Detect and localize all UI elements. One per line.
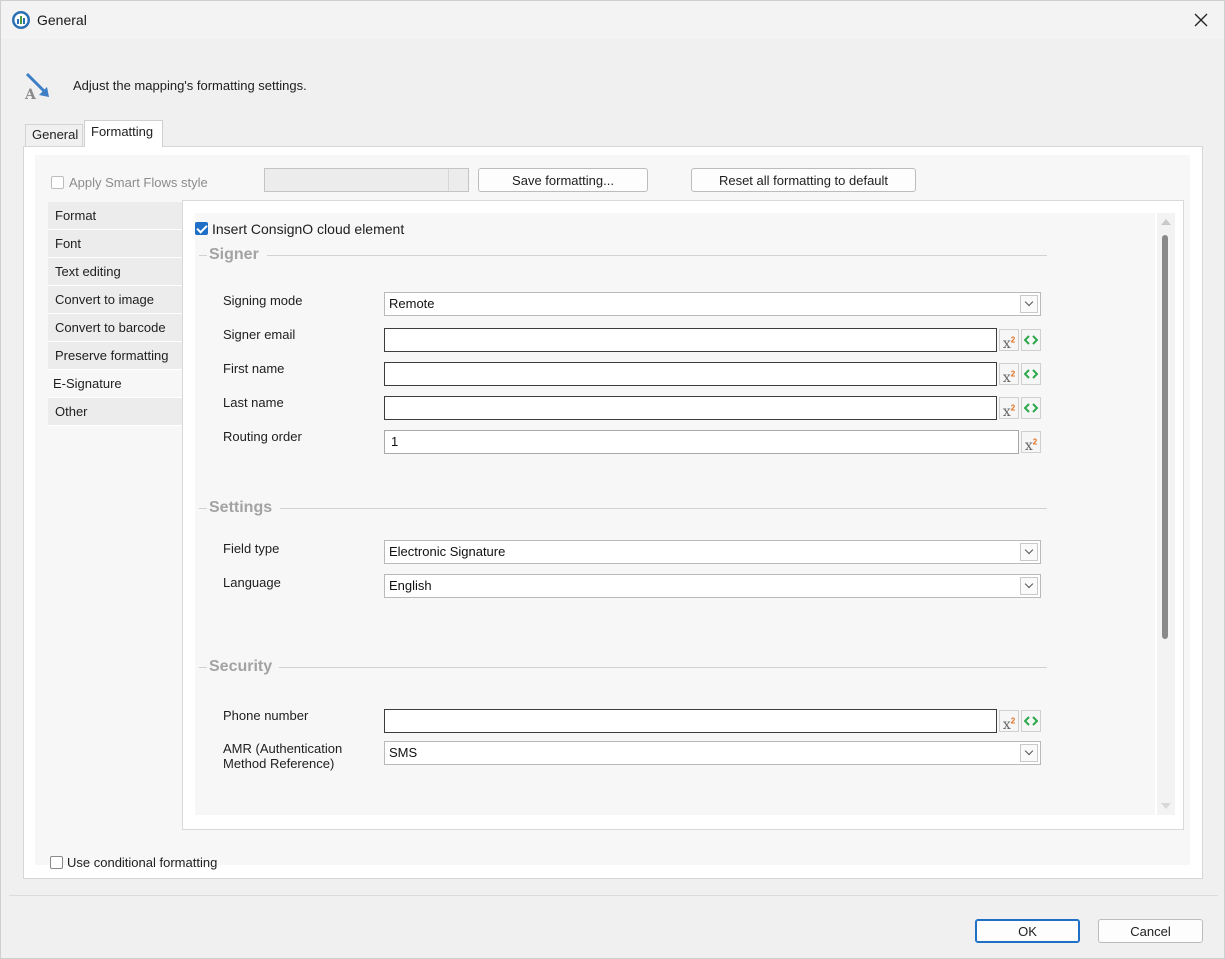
superscript-variable-icon: x2 (1002, 716, 1016, 733)
insert-consigno-row: Insert ConsignO cloud element (195, 220, 404, 237)
apply-smart-flows-row: Apply Smart Flows style (51, 174, 208, 190)
formatting-tab-panel: Apply Smart Flows style Save formatting.… (23, 146, 1203, 879)
insert-variable-button[interactable]: x2 (999, 329, 1019, 352)
phone-number-label: Phone number (223, 708, 309, 723)
insert-variable-button[interactable]: x2 (999, 710, 1019, 733)
smart-flows-style-select[interactable] (264, 168, 469, 192)
insert-consigno-label: Insert ConsignO cloud element (212, 220, 405, 237)
insert-variable-button[interactable]: x2 (1021, 431, 1041, 454)
nav-item-convert-to-barcode[interactable]: Convert to barcode (48, 314, 183, 342)
insert-consigno-checkbox[interactable] (195, 222, 208, 236)
header-description: Adjust the mapping's formatting settings… (73, 78, 307, 93)
side-nav: Format Font Text editing Convert to imag… (48, 202, 183, 426)
conditional-formatting-label: Use conditional formatting (67, 855, 218, 871)
superscript-variable-icon: x2 (1024, 437, 1038, 454)
nav-item-e-signature[interactable]: E-Signature (48, 370, 183, 398)
superscript-variable-icon: x2 (1002, 403, 1016, 420)
insert-code-button[interactable] (1021, 329, 1041, 351)
code-brackets-icon (1024, 335, 1038, 345)
scrollbar-thumb[interactable] (1162, 235, 1168, 639)
nav-item-font[interactable]: Font (48, 230, 183, 258)
superscript-variable-icon: x2 (1002, 369, 1016, 386)
e-signature-content: Insert ConsignO cloud element Signer Sig… (182, 200, 1184, 830)
section-divider (280, 508, 1047, 509)
first-name-input[interactable] (384, 362, 997, 386)
vertical-scrollbar[interactable] (1157, 213, 1175, 815)
chevron-down-icon (1020, 744, 1038, 762)
window-title: General (37, 12, 87, 28)
tab-general[interactable]: General (25, 124, 83, 146)
code-brackets-icon (1024, 403, 1038, 413)
chevron-down-icon (1020, 577, 1038, 595)
section-divider (267, 255, 1047, 256)
amr-value: SMS (389, 745, 418, 760)
amr-label-line1: AMR (Authentication (223, 741, 343, 756)
conditional-formatting-row: Use conditional formatting (50, 854, 217, 870)
field-type-value: Electronic Signature (389, 544, 506, 559)
section-title-security: Security (209, 658, 273, 675)
section-title-signer: Signer (209, 246, 259, 263)
language-label: Language (223, 575, 281, 590)
dialog-window: General A Adjust the mapping's formattin… (0, 0, 1225, 959)
amr-label: AMR (Authentication Method Reference) (223, 741, 342, 771)
section-divider (199, 508, 207, 509)
signing-mode-value: Remote (389, 296, 435, 311)
formatting-icon: A (24, 72, 49, 101)
section-divider (199, 255, 207, 256)
app-logo-icon (12, 11, 30, 29)
footer-divider (9, 895, 1218, 896)
signing-mode-select[interactable]: Remote (384, 292, 1041, 316)
first-name-label: First name (223, 361, 285, 376)
routing-order-input[interactable]: 1 (384, 430, 1019, 454)
nav-item-preserve-formatting[interactable]: Preserve formatting (48, 342, 183, 370)
last-name-input[interactable] (384, 396, 997, 420)
insert-variable-button[interactable]: x2 (999, 397, 1019, 420)
insert-variable-button[interactable]: x2 (999, 363, 1019, 386)
chevron-down-icon (1020, 543, 1038, 561)
phone-number-input[interactable] (384, 709, 997, 733)
language-value: English (389, 578, 432, 593)
formatting-panel: Apply Smart Flows style Save formatting.… (35, 155, 1190, 870)
scroll-down-arrow-icon[interactable] (1161, 803, 1171, 809)
close-button[interactable] (1178, 1, 1224, 39)
amr-select[interactable]: SMS (384, 741, 1041, 765)
nav-item-convert-to-image[interactable]: Convert to image (48, 286, 183, 314)
insert-code-button[interactable] (1021, 710, 1041, 732)
chevron-down-icon (448, 169, 468, 191)
close-icon (1194, 13, 1208, 27)
save-formatting-button[interactable]: Save formatting... (478, 168, 648, 192)
language-select[interactable]: English (384, 574, 1041, 598)
section-divider (199, 667, 207, 668)
apply-smart-flows-label: Apply Smart Flows style (69, 175, 208, 191)
field-type-select[interactable]: Electronic Signature (384, 540, 1041, 564)
scroll-up-arrow-icon[interactable] (1161, 219, 1171, 225)
amr-label-line2: Method Reference) (223, 756, 335, 771)
cancel-button[interactable]: Cancel (1098, 919, 1203, 943)
last-name-label: Last name (223, 395, 284, 410)
chevron-down-icon (1020, 295, 1038, 313)
e-signature-scroll-area: Insert ConsignO cloud element Signer Sig… (195, 213, 1155, 815)
signing-mode-label: Signing mode (223, 293, 303, 308)
field-type-label: Field type (223, 541, 280, 556)
apply-smart-flows-checkbox[interactable] (51, 176, 64, 190)
tab-formatting[interactable]: Formatting (84, 120, 163, 147)
nav-item-other[interactable]: Other (48, 398, 183, 426)
section-divider (279, 667, 1047, 668)
insert-code-button[interactable] (1021, 363, 1041, 385)
signer-email-label: Signer email (223, 327, 296, 342)
svg-text:A: A (24, 87, 37, 101)
code-brackets-icon (1024, 716, 1038, 726)
nav-item-text-editing[interactable]: Text editing (48, 258, 183, 286)
reset-formatting-button[interactable]: Reset all formatting to default (691, 168, 916, 192)
superscript-variable-icon: x2 (1002, 335, 1016, 352)
routing-order-label: Routing order (223, 429, 302, 444)
insert-code-button[interactable] (1021, 397, 1041, 419)
ok-button[interactable]: OK (975, 919, 1080, 943)
code-brackets-icon (1024, 369, 1038, 379)
conditional-formatting-checkbox[interactable] (50, 856, 63, 870)
signer-email-input[interactable] (384, 328, 997, 352)
title-bar: General (1, 1, 1224, 39)
nav-item-format[interactable]: Format (48, 202, 183, 230)
section-title-settings: Settings (209, 499, 273, 516)
